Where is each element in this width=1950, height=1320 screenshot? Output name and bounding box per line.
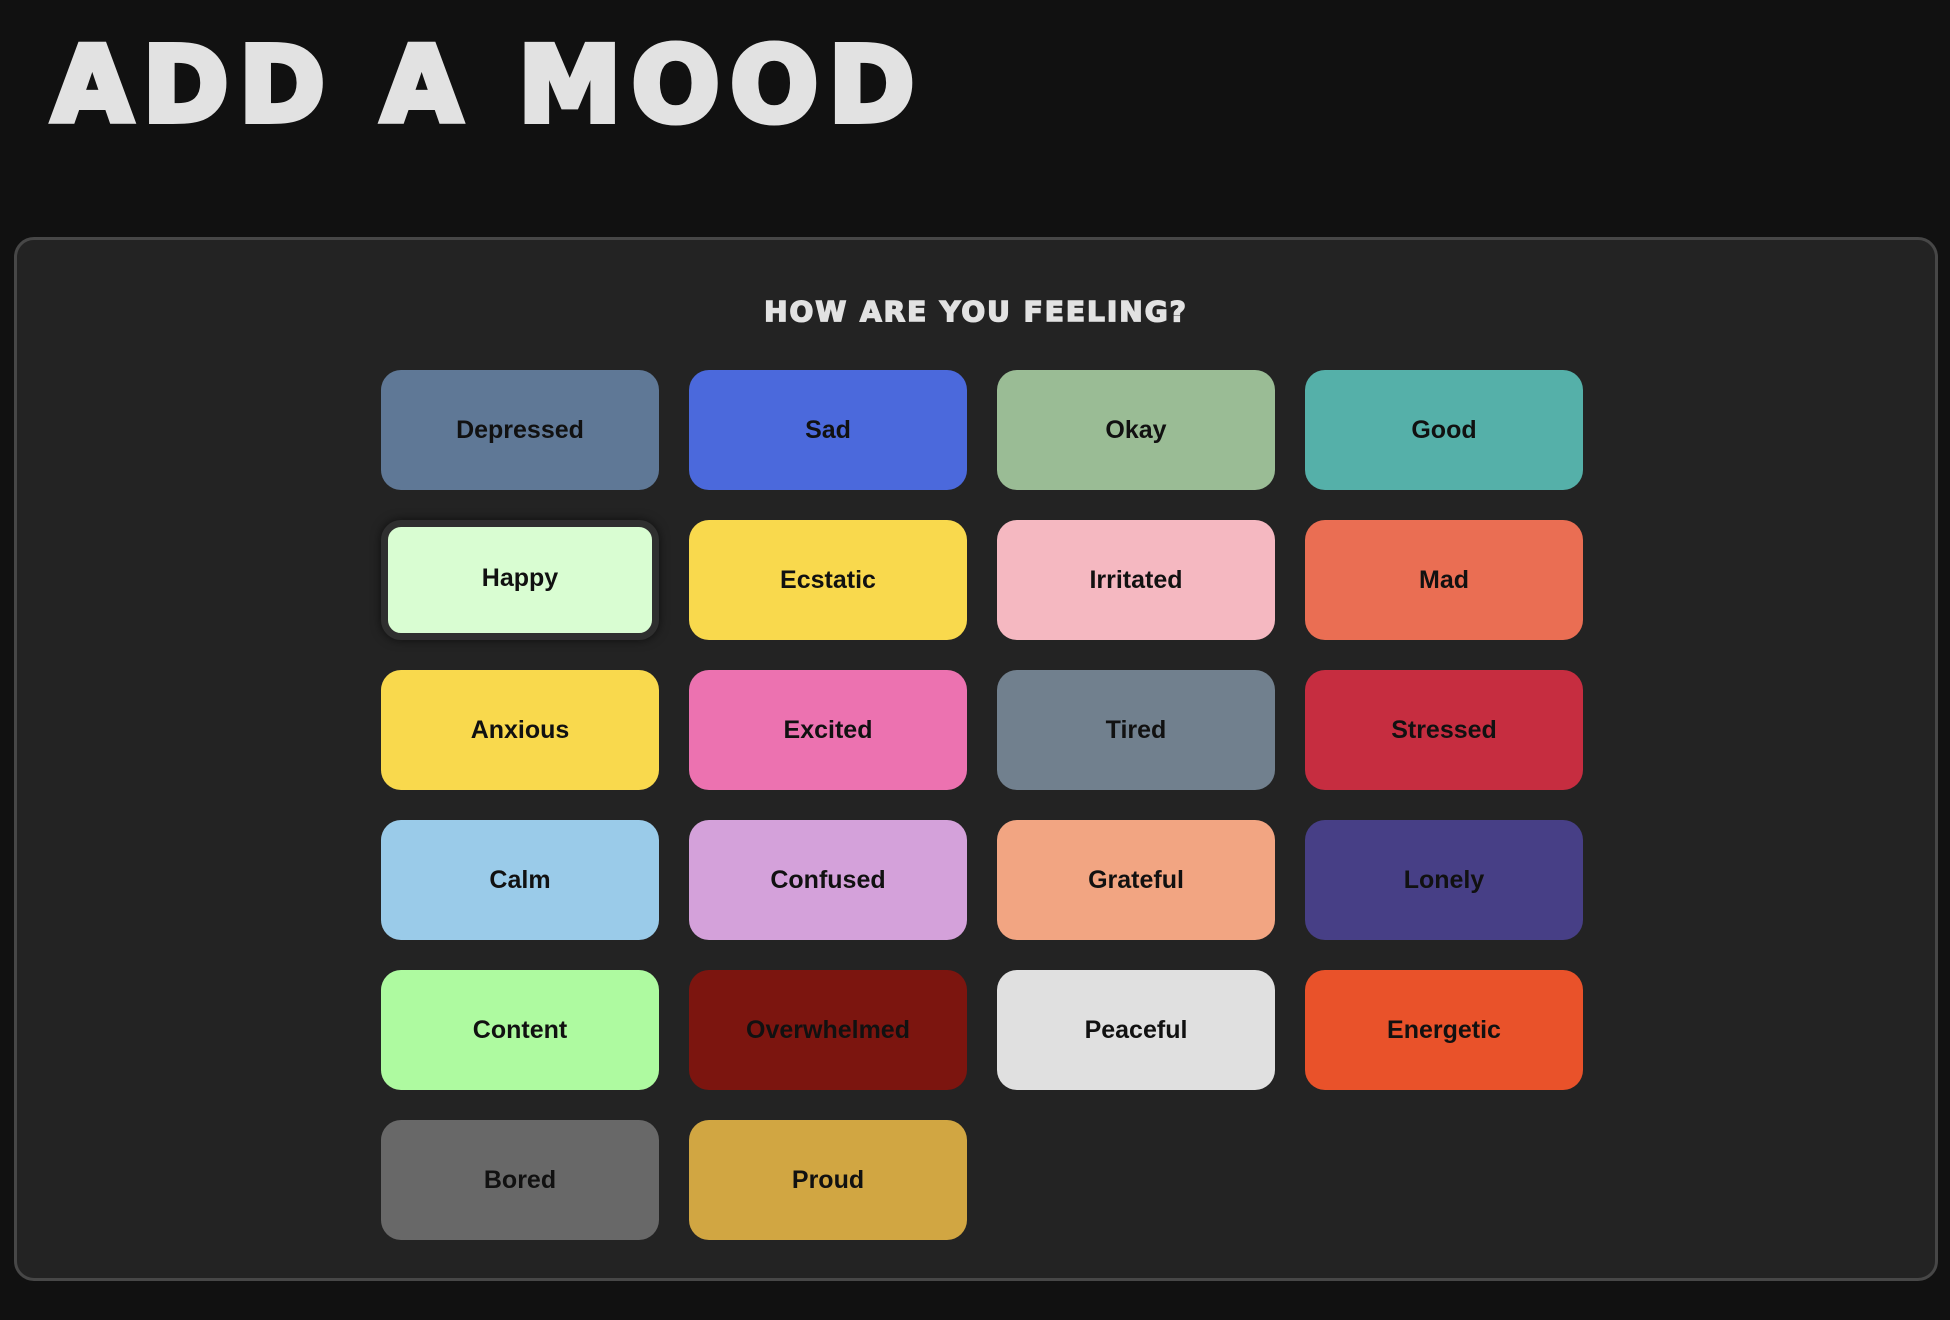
mood-button-stressed[interactable]: Stressed: [1305, 670, 1583, 790]
mood-grid: Depressed Sad Okay Good Happy Ecstatic I…: [381, 370, 1583, 1240]
mood-button-anxious[interactable]: Anxious: [381, 670, 659, 790]
mood-button-irritated[interactable]: Irritated: [997, 520, 1275, 640]
mood-button-grateful[interactable]: Grateful: [997, 820, 1275, 940]
mood-panel: HOW ARE YOU FEELING? Depressed Sad Okay …: [14, 237, 1938, 1281]
mood-button-sad[interactable]: Sad: [689, 370, 967, 490]
mood-button-happy[interactable]: Happy: [381, 520, 659, 640]
mood-button-mad[interactable]: Mad: [1305, 520, 1583, 640]
mood-button-depressed[interactable]: Depressed: [381, 370, 659, 490]
mood-button-okay[interactable]: Okay: [997, 370, 1275, 490]
mood-button-overwhelmed[interactable]: Overwhelmed: [689, 970, 967, 1090]
mood-button-energetic[interactable]: Energetic: [1305, 970, 1583, 1090]
page-title: ADD A MOOD: [49, 24, 925, 146]
panel-heading: HOW ARE YOU FEELING?: [763, 294, 1188, 329]
mood-button-ecstatic[interactable]: Ecstatic: [689, 520, 967, 640]
mood-button-calm[interactable]: Calm: [381, 820, 659, 940]
mood-button-bored[interactable]: Bored: [381, 1120, 659, 1240]
mood-button-proud[interactable]: Proud: [689, 1120, 967, 1240]
mood-button-tired[interactable]: Tired: [997, 670, 1275, 790]
mood-button-confused[interactable]: Confused: [689, 820, 967, 940]
mood-button-excited[interactable]: Excited: [689, 670, 967, 790]
mood-button-good[interactable]: Good: [1305, 370, 1583, 490]
mood-button-lonely[interactable]: Lonely: [1305, 820, 1583, 940]
mood-button-content[interactable]: Content: [381, 970, 659, 1090]
mood-button-peaceful[interactable]: Peaceful: [997, 970, 1275, 1090]
